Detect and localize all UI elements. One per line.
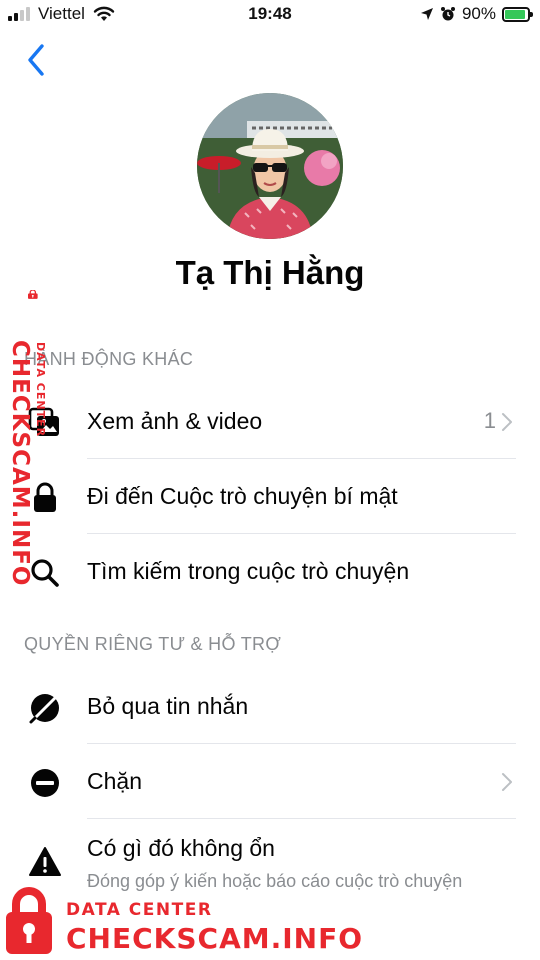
row-label: Tìm kiếm trong cuộc trò chuyện [87,558,410,584]
lock-icon [34,482,56,512]
search-conversation-button[interactable]: Tìm kiếm trong cuộc trò chuyện [0,534,540,608]
status-right: 90% [420,4,533,24]
profile-name: Tạ Thị Hằng [175,254,365,291]
chevron-left-icon [28,44,44,76]
block-button[interactable]: Chặn [0,744,540,818]
row-label: Có gì đó không ổn [87,835,275,861]
row-label: Xem ảnh & video [87,408,263,434]
watermark-bottom-small: DATA CENTER [66,900,213,920]
row-label: Đi đến Cuộc trò chuyện bí mật [87,483,398,509]
profile-photo[interactable] [197,93,343,239]
row-label: Chặn [87,768,142,794]
view-photos-videos-button[interactable]: Xem ảnh & video 1 [0,384,540,458]
watermark-lock-icon [28,290,38,299]
section-header-privacy-support: QUYỀN RIÊNG TƯ & HỖ TRỢ [24,634,282,654]
battery-fill [505,9,525,19]
section-header-more-actions: HÀNH ĐỘNG KHÁC [24,349,194,369]
media-count: 1 [483,408,496,433]
block-icon [31,769,59,797]
something-wrong-button[interactable]: Có gì đó không ổn Đóng góp ý kiến hoặc b… [0,819,540,899]
watermark-side-text: CHECKSCAM.INFO [7,340,33,587]
watermark-bottom-big: CHECKSCAM.INFO [66,922,364,955]
status-bar: Viettel 19:48 90% [0,0,540,32]
ignore-icon [29,694,59,724]
watermark-side-small: DATA CENTER [34,342,47,438]
secret-conversation-button[interactable]: Đi đến Cuộc trò chuyện bí mật [0,459,540,533]
watermark-lock-icon [6,887,52,954]
search-icon [31,559,59,587]
battery-charging-icon [502,6,533,22]
row-sublabel: Đóng góp ý kiến hoặc báo cáo cuộc trò ch… [87,871,463,891]
chevron-right-icon [502,413,512,431]
warning-icon [29,847,61,876]
alarm-icon [440,7,455,21]
ignore-messages-button[interactable]: Bỏ qua tin nhắn [0,669,540,743]
back-button[interactable] [22,42,52,78]
location-icon [420,8,433,20]
battery-percent: 90% [461,4,496,23]
chevron-right-icon [502,773,512,791]
row-label: Bỏ qua tin nhắn [87,693,249,719]
